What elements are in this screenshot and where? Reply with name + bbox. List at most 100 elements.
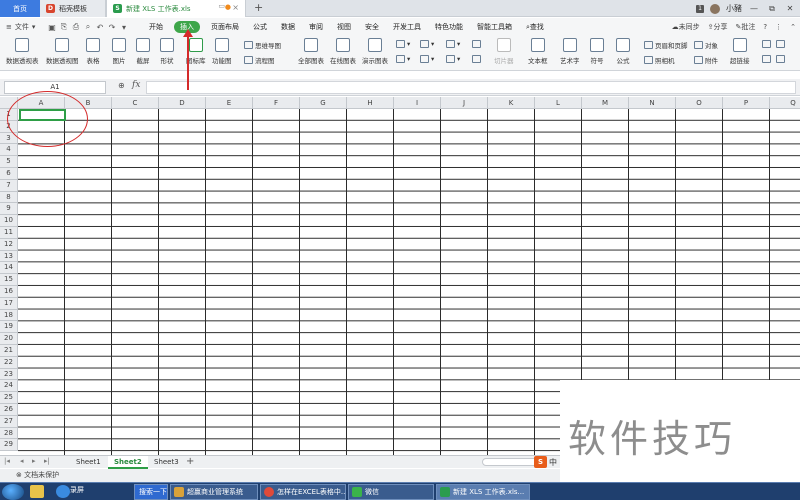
column-header-o[interactable]: O (676, 97, 723, 109)
combo-control-button[interactable] (762, 55, 773, 63)
other-chart-dropdown[interactable] (472, 55, 483, 63)
sheet-tab-2[interactable]: Sheet2 (108, 456, 148, 469)
start-button[interactable] (2, 484, 24, 500)
tab-start[interactable]: 开始 (142, 22, 170, 32)
row-header-27[interactable]: 27 (0, 415, 18, 428)
symbol-button[interactable]: 符号 (590, 38, 604, 65)
row-header-21[interactable]: 21 (0, 345, 18, 357)
column-header-k[interactable]: K (488, 97, 535, 109)
radar-chart-dropdown[interactable]: ▾ (420, 55, 434, 63)
row-header-20[interactable]: 20 (0, 333, 18, 345)
row-header-24[interactable]: 24 (0, 380, 18, 393)
presentation-chart-button[interactable]: 演示图表 (362, 38, 388, 65)
user-name[interactable]: 小豬 (726, 3, 742, 14)
tab-review[interactable]: 审阅 (302, 22, 330, 32)
close-window-button[interactable]: ✕ (784, 4, 796, 13)
column-header-h[interactable]: H (347, 97, 394, 109)
screenshot-button[interactable]: 截屏 (136, 38, 150, 65)
table-button[interactable]: 表格 (86, 38, 100, 65)
row-header-25[interactable]: 25 (0, 392, 18, 404)
row-header-17[interactable]: 17 (0, 297, 18, 310)
column-header-p[interactable]: P (723, 97, 770, 109)
close-tab-icon[interactable]: × (232, 3, 239, 12)
next-sheet-icon[interactable]: ▸ (32, 457, 36, 465)
line-chart-dropdown[interactable]: ▾ (420, 40, 434, 48)
row-header-15[interactable]: 15 (0, 274, 18, 286)
print-icon[interactable]: ⎙ (70, 22, 82, 32)
tab-smart-toolbox[interactable]: 智能工具箱 (470, 22, 519, 32)
last-sheet-icon[interactable]: ▸| (44, 457, 50, 465)
camera-button[interactable]: 照相机 (644, 55, 675, 65)
collapse-ribbon-icon[interactable]: ⌃ (790, 23, 796, 31)
header-footer-button[interactable]: 页眉和页脚 (644, 40, 688, 50)
online-charts-button[interactable]: 在线图表 (330, 38, 356, 65)
tab-special[interactable]: 特色功能 (428, 22, 470, 32)
add-sheet-button[interactable]: + (186, 456, 194, 467)
sync-status[interactable]: ☁未同步 (672, 22, 700, 32)
search-button[interactable]: ⌕查找 (519, 22, 551, 32)
column-header-m[interactable]: M (582, 97, 629, 109)
tab-security[interactable]: 安全 (358, 22, 386, 32)
ime-indicator[interactable]: S 中 (534, 456, 557, 468)
picture-button[interactable]: 图片 (112, 38, 126, 65)
tab-page-layout[interactable]: 页面布局 (204, 22, 246, 32)
attachment-button[interactable]: 附件 (694, 55, 718, 65)
column-header-f[interactable]: F (253, 97, 300, 109)
zoom-icon[interactable]: ⊕ (118, 81, 125, 90)
row-header-19[interactable]: 19 (0, 321, 18, 334)
help-button[interactable]: ? (763, 23, 767, 31)
row-header-14[interactable]: 14 (0, 262, 18, 275)
row-header-9[interactable]: 9 (0, 203, 18, 216)
row-header-22[interactable]: 22 (0, 356, 18, 369)
sheet-tab-3[interactable]: Sheet3 (148, 456, 185, 469)
flowchart-button[interactable]: 流程图 (244, 55, 275, 65)
column-header-q[interactable]: Q (770, 97, 800, 109)
export-pdf-icon[interactable]: ⎘ (58, 22, 70, 32)
row-header-7[interactable]: 7 (0, 179, 18, 192)
all-charts-button[interactable]: 全部图表 (298, 38, 324, 65)
row-header-11[interactable]: 11 (0, 227, 18, 239)
avatar[interactable] (710, 3, 720, 14)
file-menu-button[interactable]: ≡ 文件 ▾ (6, 22, 46, 32)
more-options-icon[interactable]: ⋮ (775, 23, 782, 31)
row-header-26[interactable]: 26 (0, 404, 18, 416)
taskbar-search[interactable]: 搜索一下 (134, 484, 168, 500)
tab-view[interactable]: 视图 (330, 22, 358, 32)
formula-input[interactable] (146, 81, 796, 94)
checkbox-control-button[interactable] (776, 40, 787, 48)
prev-sheet-icon[interactable]: ◂ (20, 457, 24, 465)
notification-badge[interactable]: 1 (696, 4, 704, 13)
minimize-button[interactable]: — (748, 4, 760, 13)
tab-current-document[interactable]: S 新建 XLS 工作表.xls ▭ ● × (106, 0, 246, 17)
row-header-28[interactable]: 28 (0, 427, 18, 440)
column-chart-dropdown[interactable]: ▾ (396, 40, 410, 48)
sparkline-dropdown[interactable]: ▾ (446, 55, 460, 63)
new-tab-button[interactable]: + (254, 1, 263, 14)
horizontal-scrollbar[interactable] (482, 458, 542, 466)
restore-button[interactable]: ⧉ (766, 4, 778, 14)
form-control-button[interactable] (762, 40, 773, 48)
tab-formulas[interactable]: 公式 (246, 22, 274, 32)
print-preview-icon[interactable]: ⌕ (82, 22, 94, 32)
column-header-g[interactable]: G (300, 97, 347, 109)
taskbar-item-spreadsheet[interactable]: 新建 XLS 工作表.xls... (436, 484, 530, 500)
textbox-button[interactable]: 文本框 (528, 38, 548, 65)
scatter-chart-dropdown[interactable] (472, 40, 483, 48)
fx-icon[interactable]: fx (132, 80, 140, 90)
function-chart-button[interactable]: 功能图 (212, 38, 232, 65)
tab-developer[interactable]: 开发工具 (386, 22, 428, 32)
share-button[interactable]: ⇪分享 (708, 22, 728, 32)
save-icon[interactable]: ▣ (46, 23, 58, 32)
column-header-d[interactable]: D (159, 97, 206, 109)
folder-icon[interactable] (30, 485, 44, 498)
row-header-12[interactable]: 12 (0, 238, 18, 251)
row-header-6[interactable]: 6 (0, 168, 18, 180)
row-header-8[interactable]: 8 (0, 191, 18, 204)
column-header-c[interactable]: C (112, 97, 159, 109)
undo-icon[interactable]: ↶ (94, 23, 106, 32)
column-header-n[interactable]: N (629, 97, 676, 109)
pivot-table-button[interactable]: 数据透视表 (6, 38, 39, 65)
sheet-tab-1[interactable]: Sheet1 (70, 456, 107, 469)
pie-chart-dropdown[interactable]: ▾ (446, 40, 460, 48)
shapes-button[interactable]: 形状 (160, 38, 174, 65)
